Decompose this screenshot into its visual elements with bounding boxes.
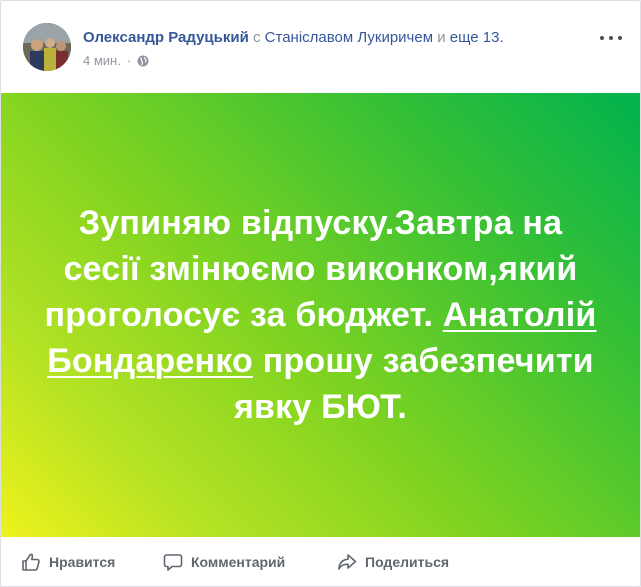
meta-separator: · — [126, 53, 132, 68]
like-label: Нравится — [49, 554, 116, 570]
like-button[interactable]: Нравится — [21, 546, 115, 578]
more-dot-icon — [618, 36, 622, 40]
author-avatar[interactable] — [23, 23, 71, 71]
share-button[interactable]: Поделиться — [337, 546, 449, 578]
others-link[interactable]: еще 13. — [450, 29, 504, 46]
tagged-person-link[interactable]: Станіславом Лукиричем — [265, 29, 433, 46]
post-background: Зупиняю відпуску.Завтра на сесії змінюєм… — [1, 93, 640, 537]
globe-icon[interactable] — [137, 55, 149, 67]
post-header: Олександр Радуцький с Станіславом Лукири… — [1, 1, 640, 93]
comment-button[interactable]: Комментарий — [163, 546, 285, 578]
avatar-photo — [23, 23, 71, 71]
thumbs-up-icon — [22, 553, 40, 571]
post-meta: 4 мин. · — [83, 53, 149, 69]
comment-label: Комментарий — [191, 554, 286, 570]
action-bar: Нравится Комментарий Поделиться — [1, 539, 640, 585]
post-text: Зупиняю відпуску.Завтра на сесії змінюєм… — [41, 200, 601, 430]
more-dot-icon — [600, 36, 604, 40]
comment-icon — [163, 554, 183, 571]
post-time-link[interactable]: 4 мин. — [83, 53, 121, 69]
share-arrow-icon — [338, 554, 357, 570]
post-text-part2: прошу забезпечити явку БЮТ. — [234, 342, 594, 426]
with-text: с — [253, 29, 261, 46]
author-line: Олександр Радуцький с Станіславом Лукири… — [83, 28, 504, 48]
author-name-link[interactable]: Олександр Радуцький — [83, 29, 249, 46]
more-dot-icon — [609, 36, 613, 40]
more-options-button[interactable] — [600, 31, 622, 45]
share-label: Поделиться — [365, 554, 450, 570]
post-card: Олександр Радуцький с Станіславом Лукири… — [0, 0, 641, 587]
and-text: и — [437, 29, 446, 46]
